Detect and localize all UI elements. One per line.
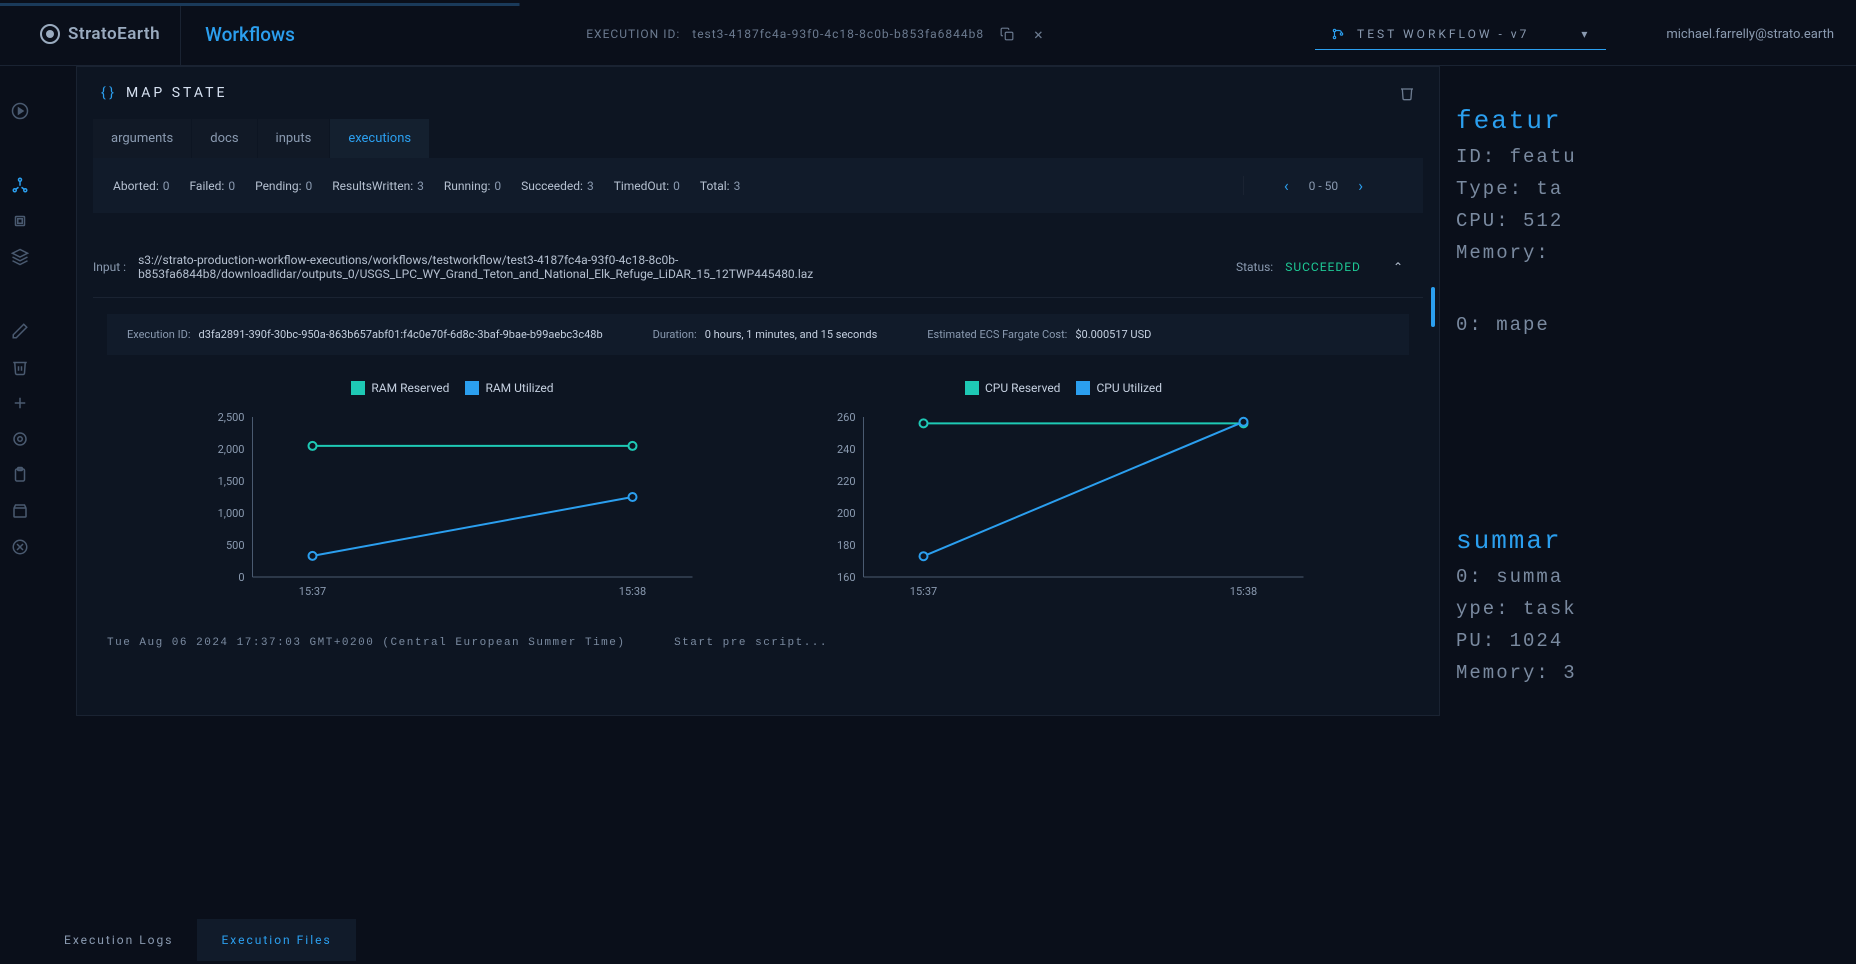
tab-inputs[interactable]: inputs: [258, 119, 330, 158]
brand-logo[interactable]: StratoEarth: [12, 24, 180, 44]
ram-chart-svg: 0 500 1,000 1,500 2,000 2,500 15:37 15:38: [177, 407, 728, 607]
background-detail-panel: featur ID: featu Type: ta CPU: 512 Memor…: [1436, 66, 1856, 961]
svg-text:15:37: 15:37: [299, 585, 326, 598]
sidebar: [0, 66, 40, 961]
archive-icon[interactable]: [11, 502, 29, 520]
status-label: Status:: [1236, 260, 1273, 274]
nodes-icon[interactable]: [11, 176, 29, 194]
svg-text:200: 200: [837, 507, 856, 520]
input-label: Input :: [93, 260, 126, 274]
workflow-name: TEST WORKFLOW - v7: [1357, 27, 1529, 41]
clipboard-icon[interactable]: [11, 466, 29, 484]
charts-container: RAM Reserved RAM Utilized 0 500 1,000 1,500…: [77, 371, 1439, 617]
copy-icon[interactable]: [996, 23, 1018, 45]
tab-docs[interactable]: docs: [192, 119, 256, 158]
svg-text:2,500: 2,500: [218, 411, 245, 424]
exec-id-value: test3-4187fc4a-93f0-4c18-8c0b-b853fa6844…: [692, 27, 984, 41]
user-email[interactable]: michael.farrelly@strato.earth: [1666, 27, 1844, 42]
legend-cpu-reserved: CPU Reserved: [965, 381, 1061, 395]
svg-text:240: 240: [837, 443, 856, 456]
execution-id-display: EXECUTION ID: test3-4187fc4a-93f0-4c18-8…: [319, 21, 1315, 48]
logo-icon: [40, 24, 60, 44]
tab-execution-files[interactable]: Execution Files: [197, 919, 355, 961]
tab-arguments[interactable]: arguments: [93, 119, 191, 158]
legend-ram-utilized: RAM Utilized: [465, 381, 553, 395]
nav-workflows[interactable]: Workflows: [180, 3, 319, 65]
stat-running: Running:0: [444, 179, 501, 193]
stat-failed: Failed:0: [189, 179, 235, 193]
svg-text:15:38: 15:38: [1230, 585, 1257, 598]
stat-total: Total:3: [700, 179, 740, 193]
trash-icon[interactable]: [11, 358, 29, 376]
detail-duration: Duration:0 hours, 1 minutes, and 15 seco…: [653, 328, 878, 341]
page-range: 0 - 50: [1309, 179, 1339, 193]
svg-text:500: 500: [226, 539, 245, 552]
branch-icon: [1331, 27, 1345, 41]
prev-page-icon[interactable]: ‹: [1284, 176, 1289, 195]
tab-execution-logs[interactable]: Execution Logs: [40, 919, 197, 961]
svg-text:1,000: 1,000: [218, 507, 245, 520]
cpu-icon[interactable]: [11, 212, 29, 230]
stat-results: ResultsWritten:3: [332, 179, 424, 193]
log-output: Tue Aug 06 2024 17:37:03 GMT+0200 (Centr…: [77, 617, 1439, 669]
app-header: StratoEarth Workflows EXECUTION ID: test…: [0, 3, 1856, 66]
stats-bar: Aborted:0 Failed:0 Pending:0 ResultsWrit…: [93, 158, 1423, 213]
log-timestamp: Tue Aug 06 2024 17:37:03 GMT+0200 (Centr…: [107, 637, 625, 649]
modal-title: MAP STATE: [126, 85, 227, 101]
bottom-tabs: Execution Logs Execution Files: [40, 919, 356, 961]
braces-icon: { }: [101, 85, 114, 101]
cpu-chart: CPU Reserved CPU Utilized 160 180 200 220 24…: [788, 381, 1339, 607]
play-icon[interactable]: [11, 102, 29, 120]
close-icon[interactable]: ×: [1030, 21, 1048, 48]
exec-id-label: EXECUTION ID:: [586, 27, 680, 41]
svg-text:160: 160: [837, 571, 856, 584]
brand-name: StratoEarth: [68, 24, 160, 44]
pagination: ‹ 0 - 50 ›: [1243, 176, 1403, 195]
scrollbar-thumb[interactable]: [1431, 287, 1435, 327]
map-state-modal: { } MAP STATE arguments docs inputs exec…: [76, 66, 1440, 716]
svg-text:260: 260: [837, 411, 856, 424]
bg-heading-1: featur: [1456, 106, 1836, 136]
target-icon[interactable]: [11, 430, 29, 448]
svg-text:220: 220: [837, 475, 856, 488]
layers-icon[interactable]: [11, 248, 29, 266]
tab-executions[interactable]: executions: [330, 119, 429, 158]
cpu-chart-svg: 160 180 200 220 240 260 15:37 15:38: [788, 407, 1339, 607]
svg-text:1,500: 1,500: [218, 475, 245, 488]
status-value: SUCCEEDED: [1285, 260, 1361, 274]
chevron-down-icon: ▾: [1581, 27, 1590, 41]
next-page-icon[interactable]: ›: [1358, 176, 1363, 195]
svg-text:180: 180: [837, 539, 856, 552]
stat-succeeded: Succeeded:3: [521, 179, 594, 193]
collapse-icon[interactable]: ⌃: [1393, 260, 1403, 274]
execution-details: Execution ID:d3fa2891-390f-30bc-950a-863…: [107, 314, 1409, 355]
input-path: s3://strato-production-workflow-executio…: [138, 253, 1224, 281]
delete-icon[interactable]: [1399, 85, 1415, 101]
stat-aborted: Aborted:0: [113, 179, 169, 193]
svg-text:2,000: 2,000: [218, 443, 245, 456]
ram-chart: RAM Reserved RAM Utilized 0 500 1,000 1,500…: [177, 381, 728, 607]
plus-icon[interactable]: [11, 394, 29, 412]
svg-text:15:38: 15:38: [619, 585, 646, 598]
modal-tabs: arguments docs inputs executions: [77, 119, 1439, 158]
stat-pending: Pending:0: [255, 179, 312, 193]
pencil-icon[interactable]: [11, 322, 29, 340]
execution-row[interactable]: Input : s3://strato-production-workflow-…: [93, 237, 1423, 298]
cancel-icon[interactable]: [11, 538, 29, 556]
bg-heading-2: summar: [1456, 526, 1836, 556]
legend-ram-reserved: RAM Reserved: [351, 381, 449, 395]
detail-cost: Estimated ECS Fargate Cost:$0.000517 USD: [927, 328, 1151, 341]
svg-text:15:37: 15:37: [910, 585, 937, 598]
legend-cpu-utilized: CPU Utilized: [1076, 381, 1162, 395]
detail-exec-id: Execution ID:d3fa2891-390f-30bc-950a-863…: [127, 328, 603, 341]
svg-text:0: 0: [238, 571, 244, 584]
stat-timedout: TimedOut:0: [614, 179, 680, 193]
log-message: Start pre script...: [674, 637, 828, 649]
workflow-dropdown[interactable]: TEST WORKFLOW - v7 ▾: [1315, 19, 1606, 50]
